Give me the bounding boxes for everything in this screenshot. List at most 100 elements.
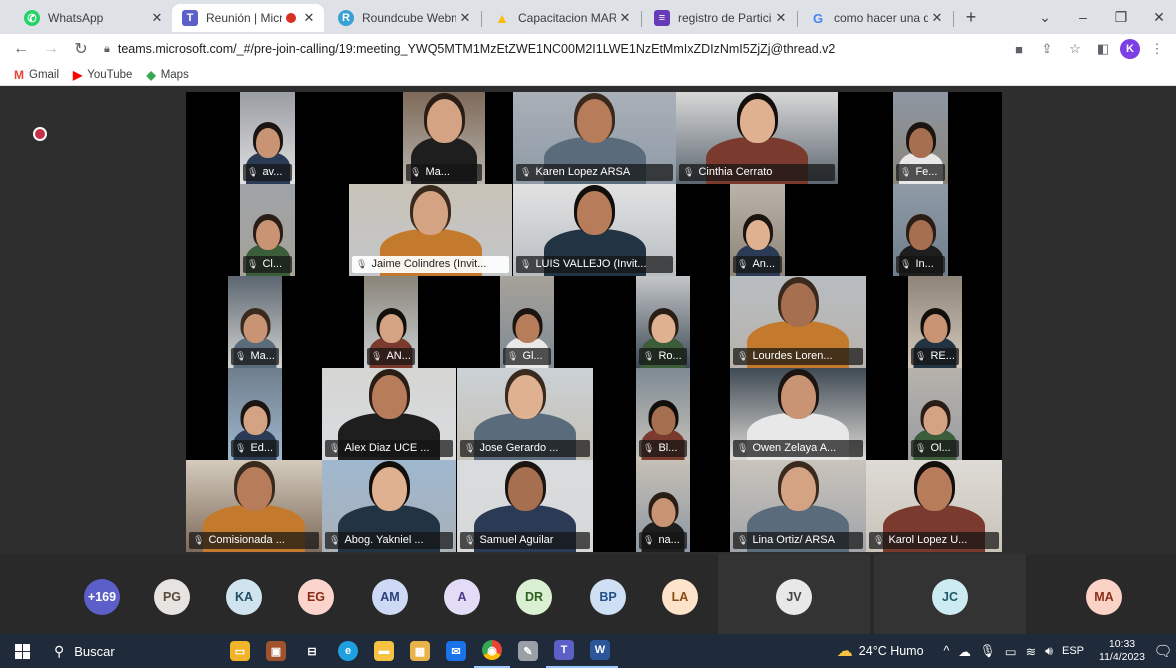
- bookmark-maps[interactable]: ◆ Maps: [146, 68, 188, 82]
- tab-title: como hacer una diapo: [834, 11, 928, 25]
- participant-video-tile[interactable]: 🎙︎ Ma...: [403, 92, 485, 184]
- participant-video-tile[interactable]: 🎙︎ Comisionada ...: [186, 460, 322, 552]
- start-button[interactable]: [0, 643, 44, 659]
- close-tab-icon[interactable]: ✕: [300, 10, 318, 26]
- participant-avatar[interactable]: A: [444, 579, 480, 615]
- mic-muted-icon: 🎙︎: [247, 259, 259, 269]
- tab-capacitacion[interactable]: ▲ Capacitacion MARCI 1 ✕: [484, 4, 640, 32]
- clock[interactable]: 10:33 11/4/2023: [1094, 638, 1150, 664]
- mic-muted-icon: 🎙︎: [507, 351, 519, 361]
- taskbar-app-file-explorer-thumb[interactable]: ▭: [222, 634, 258, 668]
- participant-video-tile[interactable]: 🎙︎ Jose Gerardo ...: [457, 368, 593, 460]
- side-panel-icon[interactable]: ◧: [1092, 38, 1114, 60]
- taskbar-search[interactable]: ⚲ Buscar: [44, 637, 222, 665]
- participant-video-tile[interactable]: 🎙︎ RE...: [908, 276, 962, 368]
- participant-avatar[interactable]: LA: [662, 579, 698, 615]
- tab-roundcube[interactable]: R Roundcube Webmail : ✕: [328, 4, 480, 32]
- chevron-up-icon[interactable]: ^: [944, 644, 950, 658]
- participant-video-tile[interactable]: 🎙︎ Karol Lopez U...: [866, 460, 1002, 552]
- close-tab-icon[interactable]: ✕: [928, 10, 946, 26]
- weather-icon: ☁: [836, 643, 853, 660]
- participant-avatar[interactable]: EG: [298, 579, 334, 615]
- participant-avatar[interactable]: PG: [154, 579, 190, 615]
- participant-video-tile[interactable]: 🎙︎ Lourdes Loren...: [730, 276, 866, 368]
- mic-muted-icon: 🎙︎: [683, 167, 695, 177]
- taskbar-app-mail[interactable]: ✉: [438, 634, 474, 668]
- bookmark-gmail[interactable]: M Gmail: [14, 68, 59, 82]
- battery-icon[interactable]: ▭: [1005, 644, 1017, 659]
- participant-video-tile[interactable]: 🎙︎ Ma...: [228, 276, 282, 368]
- tab-teams-meeting[interactable]: T Reunión | Microso ✕: [172, 4, 324, 32]
- share-icon[interactable]: ⇪: [1036, 38, 1058, 60]
- menu-kebab-icon[interactable]: ⋮: [1146, 38, 1168, 60]
- participant-avatar[interactable]: KA: [226, 579, 262, 615]
- participant-name: Cl...: [262, 258, 282, 270]
- edge-icon: e: [338, 641, 358, 661]
- forward-arrow-icon[interactable]: →: [38, 36, 64, 62]
- participant-video-tile[interactable]: 🎙︎ Ro...: [636, 276, 690, 368]
- language-indicator[interactable]: ESP: [1062, 645, 1084, 657]
- taskbar-app-briefcase[interactable]: ▣: [258, 634, 294, 668]
- participant-video-tile[interactable]: 🎙︎ Cl...: [240, 184, 295, 276]
- participant-video-tile[interactable]: 🎙︎ Ol...: [908, 368, 962, 460]
- participant-video-tile[interactable]: 🎙︎ Lina Ortiz/ ARSA: [730, 460, 866, 552]
- wifi-icon[interactable]: ≋: [1026, 644, 1036, 659]
- taskbar-app-teams[interactable]: T: [546, 634, 582, 668]
- participant-avatar[interactable]: BP: [590, 579, 626, 615]
- bookmark-star-icon[interactable]: ☆: [1064, 38, 1086, 60]
- close-tab-icon[interactable]: ✕: [148, 10, 166, 26]
- back-arrow-icon[interactable]: ←: [8, 36, 34, 62]
- participant-avatar[interactable]: JC: [932, 579, 968, 615]
- participant-video-tile[interactable]: 🎙︎ Karen Lopez ARSA: [513, 92, 676, 184]
- taskbar-app-chrome[interactable]: ◉: [474, 634, 510, 668]
- profile-avatar[interactable]: K: [1120, 39, 1140, 59]
- close-tab-icon[interactable]: ✕: [772, 10, 790, 26]
- participant-video-tile[interactable]: 🎙︎ Bl...: [636, 368, 690, 460]
- close-tab-icon[interactable]: ✕: [456, 10, 474, 26]
- onedrive-icon[interactable]: ☁: [958, 644, 971, 659]
- participant-video-tile[interactable]: 🎙︎ Alex Diaz UCE ...: [322, 368, 456, 460]
- participant-avatar[interactable]: MA: [1086, 579, 1122, 615]
- taskbar-app-edge[interactable]: e: [330, 634, 366, 668]
- more-participants-button[interactable]: +169: [84, 579, 120, 615]
- address-bar[interactable]: 🔒︎ teams.microsoft.com/_#/pre-join-calli…: [104, 37, 1008, 61]
- participant-video-tile[interactable]: 🎙︎ An...: [730, 184, 785, 276]
- taskbar-app-word[interactable]: W: [582, 634, 618, 668]
- participant-video-tile[interactable]: 🎙︎ Owen Zelaya A...: [730, 368, 866, 460]
- participant-video-tile[interactable]: 🎙︎ Gl...: [500, 276, 554, 368]
- participant-video-tile[interactable]: 🎙︎ Fe...: [893, 92, 948, 184]
- camera-in-use-icon[interactable]: ■: [1008, 38, 1030, 60]
- microphone-icon[interactable]: 🎙︎: [980, 644, 996, 659]
- participant-video-tile[interactable]: 🎙︎ Ed...: [228, 368, 282, 460]
- tab-search-button[interactable]: ⌄: [1024, 0, 1066, 34]
- taskbar-app-file-explorer[interactable]: ▬: [366, 634, 402, 668]
- taskbar-app-paint[interactable]: ✎: [510, 634, 546, 668]
- participant-avatar[interactable]: DR: [516, 579, 552, 615]
- participant-video-tile[interactable]: 🎙︎ Abog. Yakniel ...: [322, 460, 456, 552]
- tab-whatsapp[interactable]: ✆ WhatsApp ✕: [14, 4, 172, 32]
- participant-video-tile[interactable]: 🎙︎ In...: [893, 184, 948, 276]
- bookmark-youtube[interactable]: ▶ YouTube: [73, 68, 132, 82]
- participant-avatar[interactable]: AM: [372, 579, 408, 615]
- participant-video-tile[interactable]: 🎙︎ AN...: [364, 276, 418, 368]
- taskbar-app-task-view[interactable]: ⊟: [294, 634, 330, 668]
- close-tab-icon[interactable]: ✕: [616, 10, 634, 26]
- participant-video-tile[interactable]: 🎙︎ Cinthia Cerrato: [676, 92, 838, 184]
- participant-avatar[interactable]: JV: [776, 579, 812, 615]
- minimize-button[interactable]: –: [1062, 0, 1104, 34]
- close-window-button[interactable]: ✕: [1138, 0, 1176, 34]
- participant-video-tile[interactable]: 🎙︎ LUIS VALLEJO (Invit...: [513, 184, 676, 276]
- restore-button[interactable]: ❐: [1100, 0, 1142, 34]
- participant-video-tile[interactable]: 🎙︎ av...: [240, 92, 295, 184]
- weather-widget[interactable]: ☁ 24°C Humo: [837, 641, 924, 661]
- reload-icon[interactable]: ↻: [68, 36, 94, 62]
- notifications-icon[interactable]: 🗨︎: [1150, 642, 1176, 660]
- taskbar-app-store[interactable]: ▦: [402, 634, 438, 668]
- participant-video-tile[interactable]: 🎙︎ Samuel Aguilar: [457, 460, 593, 552]
- tab-google-search[interactable]: G como hacer una diapo ✕: [800, 4, 952, 32]
- tab-registro[interactable]: ≡ registro de Participant ✕: [644, 4, 796, 32]
- new-tab-button[interactable]: +: [950, 0, 992, 34]
- participant-video-tile[interactable]: 🎙︎ Jaime Colindres (Invit...: [349, 184, 512, 276]
- participant-video-tile[interactable]: 🎙︎ na...: [636, 460, 690, 552]
- volume-icon[interactable]: 🔊︎: [1045, 644, 1053, 659]
